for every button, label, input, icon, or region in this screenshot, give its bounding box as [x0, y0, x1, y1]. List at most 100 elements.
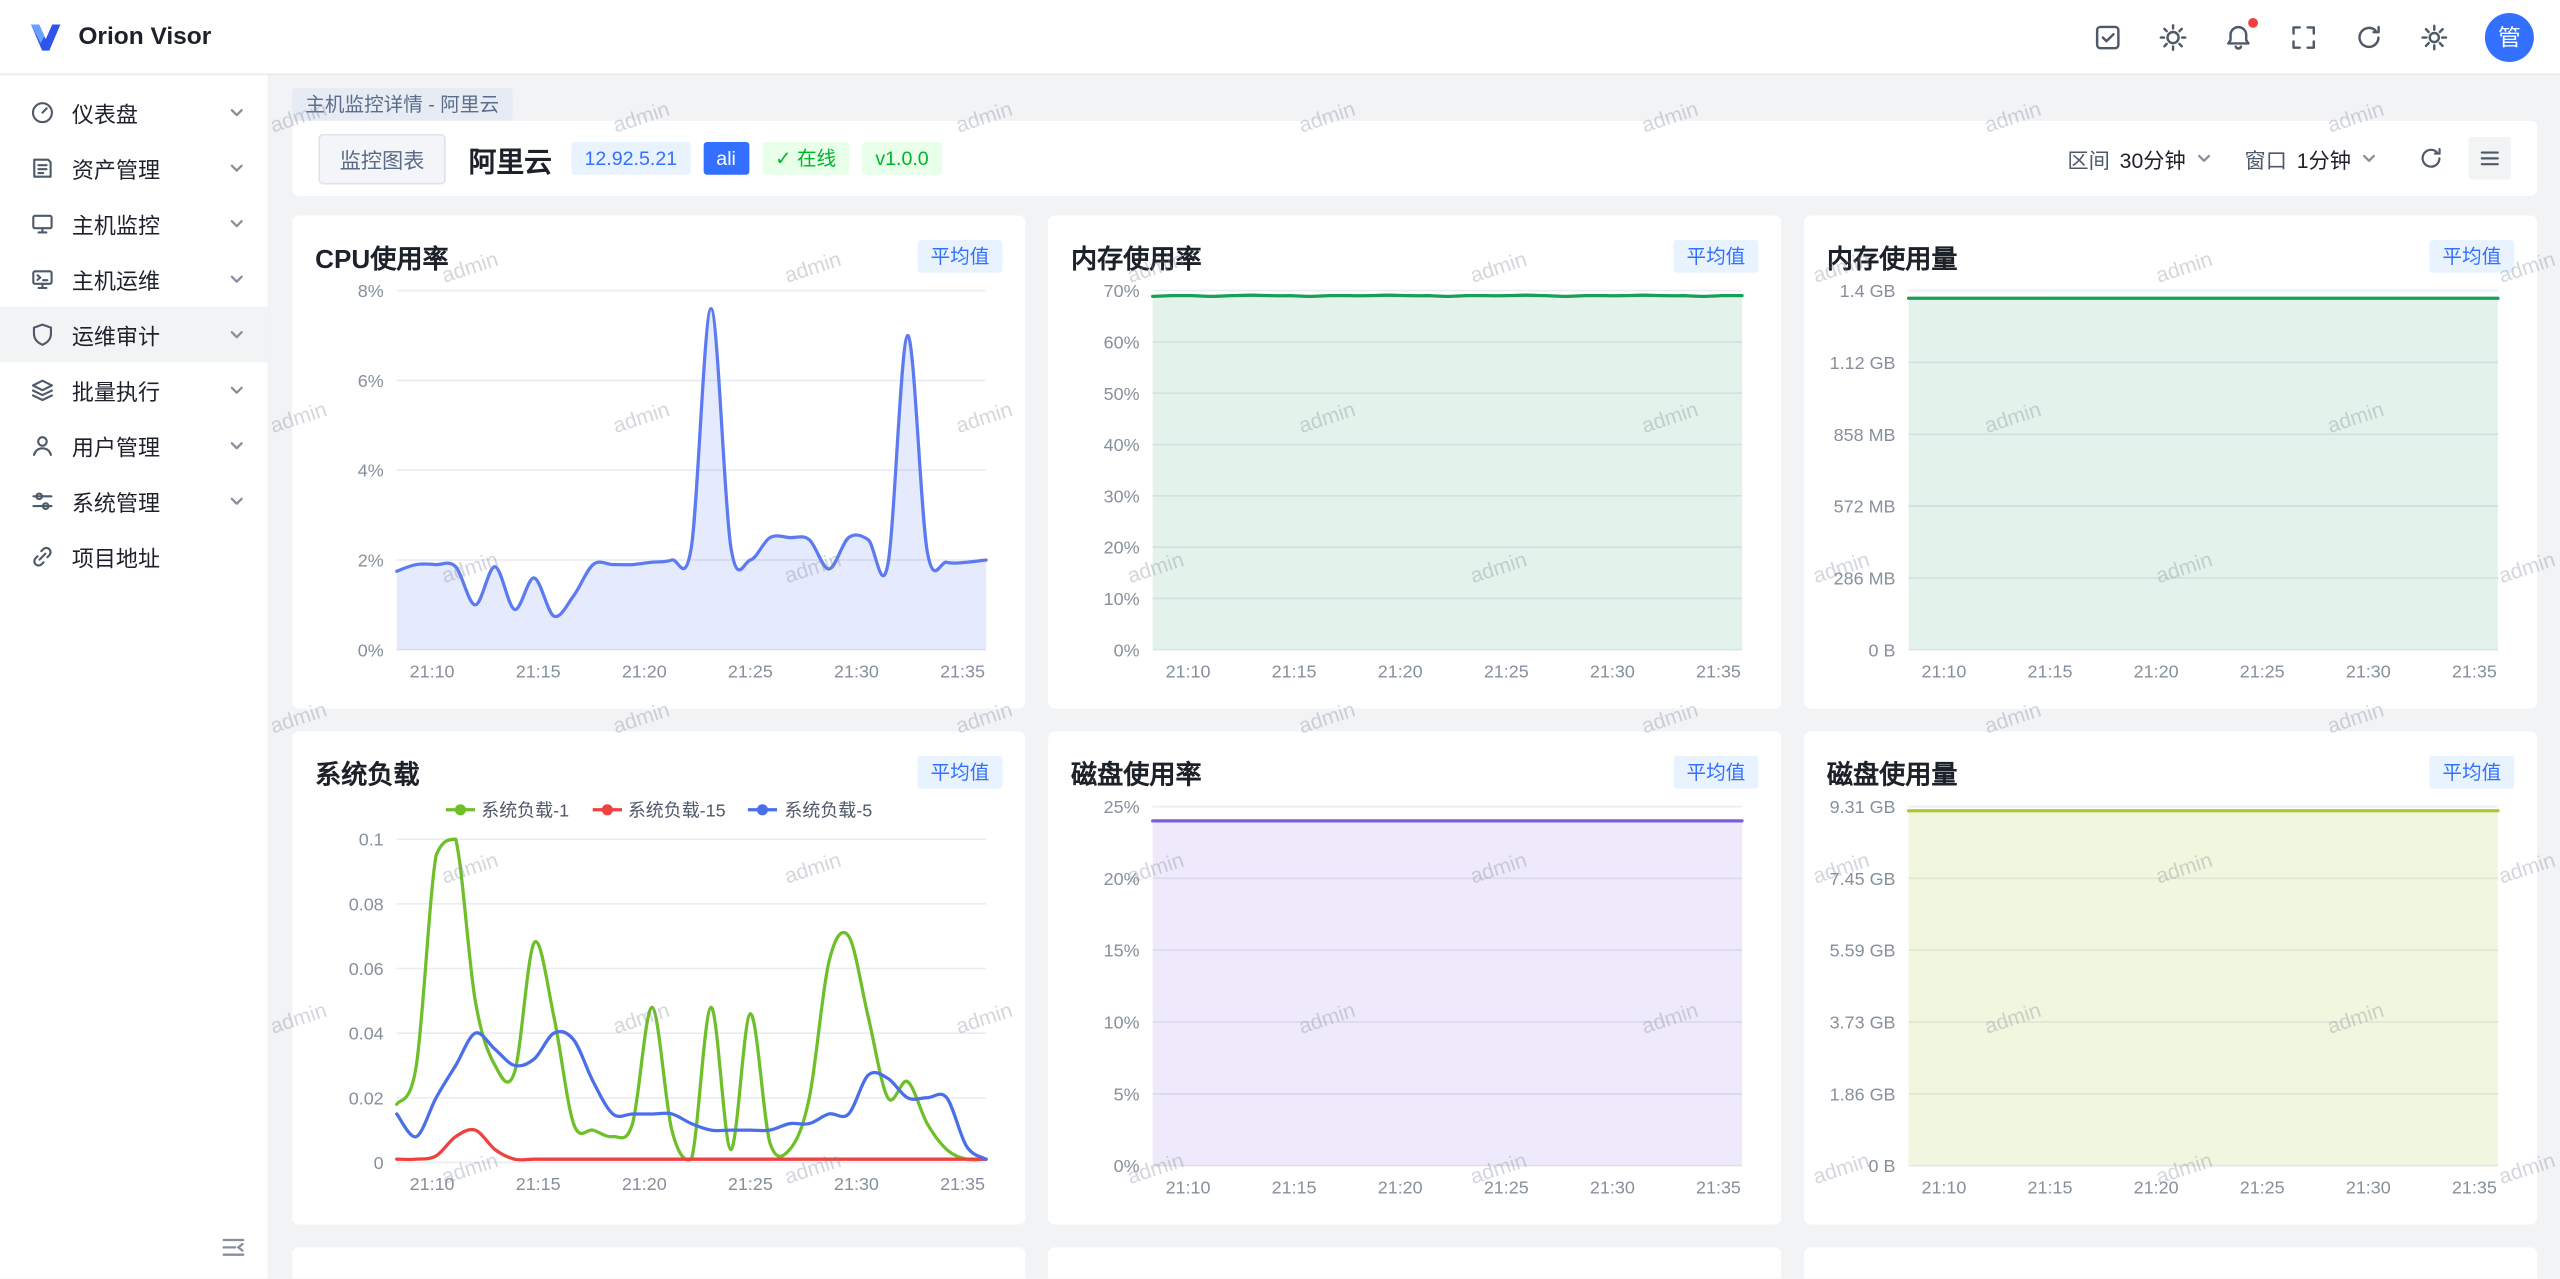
chevron-down-icon [229, 216, 245, 232]
svg-text:10%: 10% [1104, 589, 1140, 609]
sidebar-item-batch-exec[interactable]: 批量执行 [0, 362, 268, 418]
sidebar-item-host-monitor[interactable]: 主机监控 [0, 196, 268, 252]
svg-text:8%: 8% [358, 281, 384, 301]
memory-usage-amount-chart-card: 内存使用量 平均值 0 B286 MB572 MB858 MB1.12 GB1.… [1804, 216, 2537, 709]
refresh-charts-icon[interactable] [2410, 137, 2452, 179]
sidebar-collapse-icon[interactable] [219, 1233, 248, 1262]
chevron-down-icon [229, 160, 245, 176]
memory-usage-pct-chart-card: 内存使用率 平均值 0%10%20%30%40%50%60%70%21:1021… [1048, 216, 1781, 709]
svg-text:30%: 30% [1104, 486, 1140, 506]
svg-text:21:10: 21:10 [410, 1174, 455, 1194]
brightness-icon[interactable] [2158, 22, 2187, 51]
svg-text:286 MB: 286 MB [1834, 568, 1896, 588]
sidebar-item-host-ops[interactable]: 主机运维 [0, 251, 268, 307]
svg-text:858 MB: 858 MB [1834, 425, 1896, 445]
svg-text:21:25: 21:25 [728, 662, 773, 682]
app-title: Orion Visor [78, 23, 211, 51]
legend-item[interactable]: 系统负载-5 [748, 797, 872, 823]
check-square-icon[interactable] [2093, 22, 2122, 51]
svg-text:21:30: 21:30 [2346, 1177, 2391, 1197]
svg-text:21:20: 21:20 [1378, 662, 1423, 682]
system-sliders-icon [29, 488, 55, 514]
notification-dot [2248, 17, 2258, 27]
chevron-down-icon [229, 327, 245, 343]
window-select[interactable]: 窗口 1分钟 [2244, 143, 2377, 174]
chart-title: 内存使用量 [1827, 237, 1958, 276]
chevron-down-icon [2361, 150, 2377, 166]
svg-text:21:30: 21:30 [834, 662, 879, 682]
chart-legend[interactable]: 系统负载-1 系统负载-15 系统负载-5 [315, 793, 1002, 826]
sidebar-item-project-link[interactable]: 项目地址 [0, 529, 268, 585]
user-icon [29, 433, 55, 459]
svg-text:0.06: 0.06 [349, 959, 384, 979]
breadcrumb-item[interactable]: 主机监控详情 - 阿里云 [292, 88, 512, 121]
monitor-chart-button[interactable]: 监控图表 [318, 133, 445, 184]
svg-text:21:20: 21:20 [622, 1174, 667, 1194]
sidebar-item-assets[interactable]: 资产管理 [0, 140, 268, 196]
host-name: 阿里云 [469, 138, 552, 179]
breadcrumb: 主机监控详情 - 阿里云 [292, 75, 2537, 121]
svg-text:0 B: 0 B [1869, 1156, 1896, 1176]
svg-text:0.08: 0.08 [349, 894, 384, 914]
sidebar-item-dashboard[interactable]: 仪表盘 [0, 85, 268, 141]
svg-text:21:30: 21:30 [834, 1174, 879, 1194]
svg-text:25%: 25% [1104, 797, 1140, 817]
sidebar-item-user-mgmt[interactable]: 用户管理 [0, 418, 268, 474]
svg-text:21:20: 21:20 [2134, 662, 2179, 682]
svg-text:21:10: 21:10 [1921, 662, 1966, 682]
svg-text:15%: 15% [1104, 941, 1140, 961]
svg-text:20%: 20% [1104, 538, 1140, 558]
svg-text:572 MB: 572 MB [1834, 497, 1896, 517]
cpu-usage-chart-card: CPU使用率 平均值 0%2%4%6%8%21:1021:1521:2021:2… [292, 216, 1025, 709]
legend-item[interactable]: 系统负载-1 [445, 797, 569, 823]
svg-text:0%: 0% [1114, 1156, 1140, 1176]
range-select[interactable]: 区间 30分钟 [2067, 143, 2211, 174]
svg-text:21:30: 21:30 [2346, 662, 2391, 682]
bell-icon[interactable] [2224, 22, 2253, 51]
orion-visor-logo [26, 17, 65, 56]
svg-text:21:20: 21:20 [1378, 1177, 1423, 1197]
svg-text:21:35: 21:35 [940, 662, 985, 682]
disk-usage-amount-chart: 0 B1.86 GB3.73 GB5.59 GB7.45 GB9.31 GB21… [1827, 793, 2514, 1204]
svg-text:21:35: 21:35 [940, 1174, 985, 1194]
sidebar-item-system-mgmt[interactable]: 系统管理 [0, 473, 268, 529]
memory-usage-amount-chart: 0 B286 MB572 MB858 MB1.12 GB1.4 GB21:102… [1827, 278, 2514, 689]
sidebar-item-ops-audit[interactable]: 运维审计 [0, 307, 268, 363]
svg-text:7.45 GB: 7.45 GB [1830, 869, 1896, 889]
svg-text:21:35: 21:35 [2452, 662, 2497, 682]
refresh-icon[interactable] [2354, 22, 2383, 51]
disk-usage-amount-chart-card: 磁盘使用量 平均值 0 B1.86 GB3.73 GB5.59 GB7.45 G… [1804, 731, 2537, 1224]
svg-text:6%: 6% [358, 371, 384, 391]
user-avatar[interactable]: 管 [2485, 12, 2534, 61]
brand[interactable]: Orion Visor [26, 17, 211, 56]
svg-text:21:15: 21:15 [1272, 1177, 1317, 1197]
chart-list-icon[interactable] [2469, 137, 2511, 179]
chart-card-partial [292, 1247, 1025, 1278]
system-load-chart-card: 系统负载 平均值 系统负载-1系统负载-15系统负载-500.020.040.0… [292, 731, 1025, 1224]
svg-text:21:20: 21:20 [2134, 1177, 2179, 1197]
chart-title: 磁盘使用率 [1071, 753, 1202, 792]
host-header-card: 监控图表 阿里云 12.92.5.21 ali ✓ 在线 v1.0.0 区间 3… [292, 121, 2537, 196]
svg-text:21:20: 21:20 [622, 662, 667, 682]
svg-text:20%: 20% [1104, 869, 1140, 889]
svg-text:0: 0 [374, 1153, 384, 1173]
avg-value-badge: 平均值 [918, 756, 1003, 789]
avg-value-badge: 平均值 [1673, 240, 1758, 273]
svg-text:21:10: 21:10 [410, 662, 455, 682]
sidebar: 仪表盘 资产管理 主机监控 主机运维 运维审计 [0, 75, 269, 1278]
disk-usage-pct-chart: 0%5%10%15%20%25%21:1021:1521:2021:2521:3… [1071, 793, 1758, 1204]
host-ip-tag: 12.92.5.21 [571, 142, 690, 175]
svg-text:2%: 2% [358, 551, 384, 571]
host-ops-icon [29, 266, 55, 292]
dashboard-icon [29, 100, 55, 126]
chart-controls: 区间 30分钟 窗口 1分钟 [2067, 137, 2511, 179]
settings-gear-icon[interactable] [2420, 22, 2449, 51]
svg-text:0%: 0% [1114, 640, 1140, 660]
svg-text:21:35: 21:35 [1696, 1177, 1741, 1197]
svg-text:21:25: 21:25 [2240, 662, 2285, 682]
fullscreen-icon[interactable] [2289, 22, 2318, 51]
svg-text:0.1: 0.1 [359, 830, 384, 850]
svg-text:21:25: 21:25 [2240, 1177, 2285, 1197]
legend-item[interactable]: 系统负载-15 [592, 797, 726, 823]
svg-text:9.31 GB: 9.31 GB [1830, 797, 1896, 817]
